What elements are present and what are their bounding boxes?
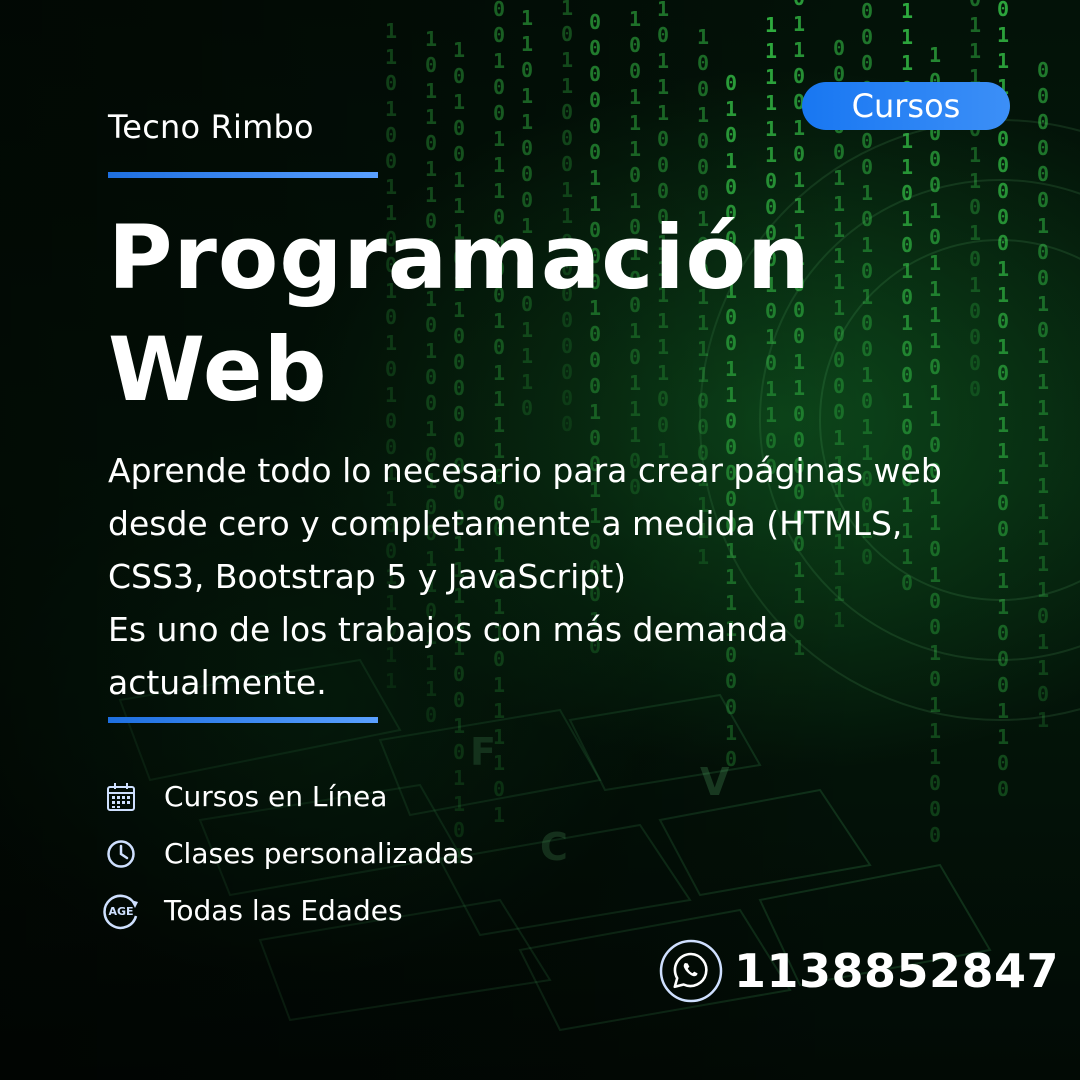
feature-item-personalized: Clases personalizadas [100, 825, 474, 882]
age-icon: AGE [100, 890, 142, 932]
description-line: Aprende todo lo necesario para crear pág… [108, 451, 942, 490]
whatsapp-icon [659, 939, 723, 1003]
description-line: actualmente. [108, 663, 327, 702]
brand-name: Tecno Rimbo [108, 108, 314, 146]
feature-label: Cursos en Línea [164, 780, 388, 813]
courses-badge: Cursos [802, 82, 1010, 130]
description-line: CSS3, Bootstrap 5 y JavaScript) [108, 557, 627, 596]
phone-number: 1138852847 [734, 944, 1060, 998]
feature-item-online: Cursos en Línea [100, 768, 474, 825]
clock-icon [100, 833, 142, 875]
divider-bottom [108, 717, 378, 723]
poster: 1101001100101010011001101110110110111010… [0, 0, 1080, 1080]
divider-top [108, 172, 378, 178]
course-title: Programación Web [108, 202, 811, 426]
feature-label: Clases personalizadas [164, 837, 474, 870]
course-title-line-2: Web [108, 318, 328, 421]
feature-label: Todas las Edades [164, 894, 403, 927]
description-line: desde cero y completamente a medida (HTM… [108, 504, 903, 543]
svg-text:AGE: AGE [108, 905, 133, 918]
contact-phone: 1138852847 [658, 938, 1059, 1004]
feature-item-ages: AGE Todas las Edades [100, 882, 474, 939]
description-line: Es uno de los trabajos con más demanda [108, 610, 789, 649]
feature-list: Cursos en Línea Clases personalizadas AG… [100, 768, 474, 939]
calendar-icon [100, 776, 142, 818]
course-description: Aprende todo lo necesario para crear pág… [108, 444, 1008, 709]
course-title-line-1: Programación [108, 206, 811, 309]
